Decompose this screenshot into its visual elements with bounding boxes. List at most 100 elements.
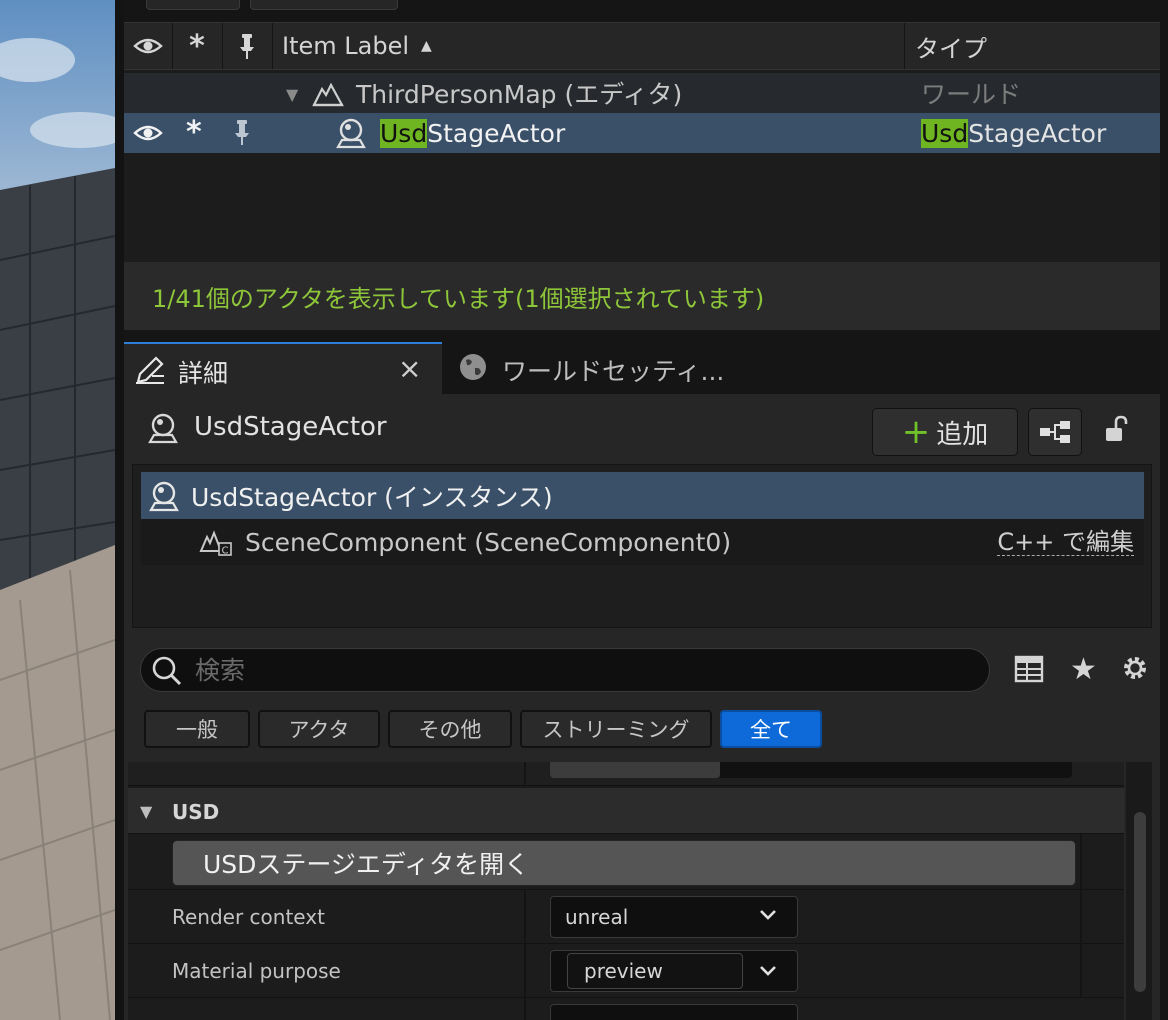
section-collapse-arrow-icon: ▼ <box>140 802 153 821</box>
property-row-material-purpose: Material purpose preview <box>128 944 1124 998</box>
tab-world-settings[interactable]: ワールドセッティ... <box>446 342 746 394</box>
level-icon <box>312 81 344 111</box>
next-property-combo[interactable] <box>550 1004 798 1020</box>
open-usd-stage-editor-button[interactable]: USDステージエディタを開く <box>172 840 1076 886</box>
type-match-highlight: Usd <box>921 118 969 148</box>
search-input[interactable] <box>193 653 977 687</box>
material-purpose-label: Material purpose <box>172 959 341 983</box>
globe-icon <box>458 352 488 388</box>
scene-component-icon: C <box>199 527 233 557</box>
visibility-column-icon[interactable] <box>124 23 173 69</box>
property-matrix-icon[interactable] <box>1014 654 1044 688</box>
level-viewport[interactable] <box>0 0 115 1020</box>
component-child-label: SceneComponent (SceneComponent0) <box>245 527 732 557</box>
panel-tabs: 詳細 × ワールドセッティ... <box>124 334 1168 394</box>
scrollbar-thumb[interactable] <box>1134 812 1146 992</box>
mobility-option[interactable] <box>720 762 1072 778</box>
open-stage-editor-row: USDステージエディタを開く <box>128 834 1124 890</box>
world-label: ThirdPersonMap (エディタ) <box>356 80 683 109</box>
pin-icon[interactable] <box>233 118 251 150</box>
edit-in-cpp-link[interactable]: C++ で編集 <box>997 529 1134 556</box>
details-scrollbar[interactable] <box>1126 762 1152 1020</box>
visibility-eye-icon[interactable] <box>133 123 163 147</box>
search-icon <box>151 655 183 691</box>
actor-sphere-icon <box>334 117 368 153</box>
lock-open-icon[interactable] <box>1102 414 1132 448</box>
tab-details[interactable]: 詳細 × <box>124 342 442 394</box>
search-match-highlight: Usd <box>380 118 428 148</box>
actor-type-rest: StageActor <box>968 118 1107 148</box>
column-splitter[interactable] <box>524 762 526 786</box>
mobility-option-selected[interactable] <box>550 762 720 778</box>
actor-label-rest: StageActor <box>427 118 566 148</box>
section-usd-title: USD <box>172 800 220 824</box>
details-search[interactable] <box>140 648 990 692</box>
outliner-tree: ▼ ThirdPersonMap (エディタ) ワールド * Usd StageA… <box>124 70 1160 262</box>
asterisk-column-icon[interactable]: * <box>172 23 223 69</box>
column-splitter[interactable] <box>524 890 526 944</box>
actor-type: Usd StageActor <box>921 113 1106 153</box>
item-label-column-text: Item Label <box>282 32 410 60</box>
filter-actor[interactable]: アクタ <box>258 710 380 748</box>
sort-ascending-icon: ▲ <box>421 38 432 54</box>
cut-off-property-row <box>128 998 1124 1020</box>
details-pencil-icon <box>134 354 168 390</box>
chevron-down-icon <box>757 903 779 930</box>
column-splitter[interactable] <box>524 944 526 998</box>
component-root-label: UsdStageActor (インスタンス) <box>191 482 553 512</box>
outliner-row-world[interactable]: ▼ ThirdPersonMap (エディタ) ワールド <box>124 73 1160 113</box>
tab-world-settings-label: ワールドセッティ... <box>502 357 725 386</box>
filter-streaming[interactable]: ストリーミング <box>520 710 712 748</box>
svg-text:C: C <box>222 546 229 557</box>
details-panel: UsdStageActor + 追加 UsdStageActor (インスタンス… <box>124 394 1160 1020</box>
actor-label: Usd StageActor <box>380 113 565 153</box>
filter-misc[interactable]: その他 <box>388 710 512 748</box>
property-row-render-context: Render context unreal <box>128 890 1124 944</box>
close-tab-icon[interactable]: × <box>398 352 421 385</box>
actor-name: UsdStageActor <box>194 412 387 442</box>
component-tree: UsdStageActor (インスタンス) C SceneComponent … <box>132 464 1152 628</box>
actor-sphere-icon <box>147 480 181 512</box>
blueprint-button[interactable] <box>1028 408 1082 456</box>
column-splitter <box>1080 944 1082 998</box>
add-component-label: 追加 <box>936 419 989 450</box>
outliner-toolbar-button[interactable] <box>146 0 240 10</box>
property-list: ▼ USD USDステージエディタを開く Render context unre… <box>128 762 1124 1020</box>
favorites-star-icon[interactable]: ★ <box>1070 652 1097 687</box>
tab-details-label: 詳細 <box>178 359 229 388</box>
settings-gear-icon[interactable] <box>1119 652 1151 688</box>
viewport-splitter[interactable] <box>115 0 124 1020</box>
render-context-label: Render context <box>172 905 325 929</box>
render-context-value: unreal <box>565 905 629 929</box>
outliner-header: * Item Label ▲ タイプ <box>124 22 1160 70</box>
plus-icon: + <box>901 412 931 452</box>
tree-expand-arrow-icon[interactable]: ▼ <box>286 85 298 104</box>
outliner-row-usdstageactor[interactable]: * Usd StageActor Usd StageActor <box>124 113 1160 153</box>
type-column[interactable]: タイプ <box>905 23 1160 69</box>
filter-general[interactable]: 一般 <box>144 710 250 748</box>
column-splitter <box>1080 890 1082 944</box>
material-purpose-value: preview <box>584 959 663 983</box>
material-purpose-combo[interactable]: preview <box>550 950 798 992</box>
chevron-down-icon <box>757 959 779 986</box>
actor-sphere-icon <box>146 412 180 448</box>
right-panel: * Item Label ▲ タイプ ▼ ThirdPersonMap (エディ… <box>124 0 1168 1020</box>
render-context-combo[interactable]: unreal <box>550 896 798 938</box>
item-label-column[interactable]: Item Label ▲ <box>272 23 905 69</box>
column-splitter[interactable] <box>524 998 526 1020</box>
section-usd-header[interactable]: ▼ USD <box>128 788 1124 834</box>
asterisk-icon: * <box>186 115 202 150</box>
outliner-status-text: 1/41個のアクタを表示しています(1個選択されています) <box>124 262 1160 330</box>
outliner-toolbar-button[interactable] <box>250 0 398 10</box>
type-column-text: タイプ <box>915 34 987 63</box>
world-type: ワールド <box>921 80 1022 109</box>
component-row-scene[interactable]: C SceneComponent (SceneComponent0) C++ で… <box>141 519 1144 565</box>
pin-column-icon[interactable] <box>222 23 273 69</box>
material-purpose-input[interactable]: preview <box>567 953 743 989</box>
column-splitter <box>1080 834 1082 890</box>
component-row-root[interactable]: UsdStageActor (インスタンス) <box>141 472 1144 519</box>
filter-all[interactable]: 全て <box>720 710 822 748</box>
add-component-button[interactable]: + 追加 <box>872 408 1018 456</box>
blueprint-hierarchy-icon <box>1040 421 1070 443</box>
cut-off-property-row <box>128 762 1124 786</box>
